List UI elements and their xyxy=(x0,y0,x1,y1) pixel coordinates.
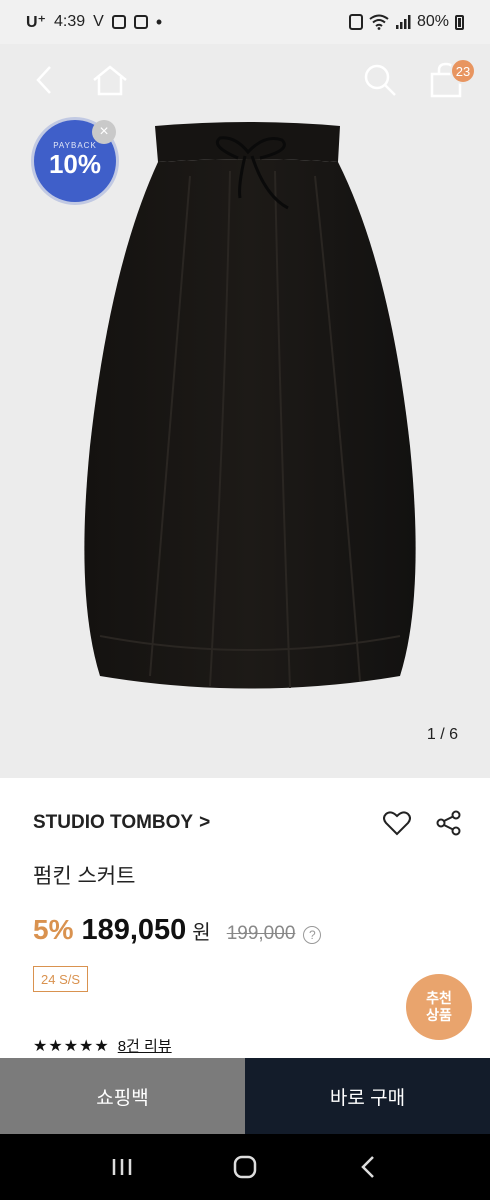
recommend-line1: 추천 xyxy=(426,990,452,1006)
gallery-notification-icon xyxy=(111,15,126,29)
share-icon xyxy=(436,810,461,836)
payback-percent: 10% xyxy=(48,148,102,179)
price-help-icon[interactable]: ? xyxy=(303,926,322,944)
system-back-button[interactable] xyxy=(338,1147,398,1187)
share-button[interactable] xyxy=(434,808,464,838)
product-image xyxy=(84,122,416,689)
rating-row: ★★★★★ 8건 리뷰 xyxy=(33,1035,172,1056)
product-info: STUDIO TOMBOY > 펌킨 스커트 5% 189,050 원 199,… xyxy=(0,778,490,1058)
status-left: U⁺ 4:39 V • xyxy=(26,12,162,33)
chevron-right-icon: > xyxy=(199,812,211,833)
app-notification-icon xyxy=(133,15,148,29)
status-right: 80% xyxy=(348,13,464,31)
status-time: 4:39 xyxy=(54,13,86,30)
payback-label: PAYBACK xyxy=(53,140,97,150)
carrier-label: U⁺ xyxy=(26,14,46,31)
star-rating: ★★★★★ xyxy=(33,1037,110,1055)
price-row: 5% 189,050 원 199,000 ? xyxy=(33,914,322,947)
product-actions xyxy=(382,808,464,838)
status-bar: U⁺ 4:39 V • 80% xyxy=(0,0,490,44)
system-navigation-bar xyxy=(0,1134,490,1200)
gallery-page-indicator: 1 / 6 xyxy=(426,726,458,743)
brand-link[interactable]: STUDIO TOMBOY > xyxy=(33,812,210,834)
status-extra: V xyxy=(93,13,104,30)
top-nav: 23 xyxy=(0,44,490,118)
product-name: 펌킨 스커트 xyxy=(33,865,136,888)
original-price: 199,000 xyxy=(226,923,296,944)
recents-icon xyxy=(112,1159,131,1175)
product-image-gallery[interactable]: 23 PAYBACK 10% × 1 / 6 xyxy=(0,44,490,778)
search-icon xyxy=(364,64,396,96)
battery-icon xyxy=(455,14,464,30)
wishlist-button[interactable] xyxy=(382,808,412,838)
wifi-icon xyxy=(369,14,389,30)
bottom-action-bar: 쇼핑백 바로 구매 xyxy=(0,1058,490,1134)
notification-app-icon xyxy=(348,14,363,30)
home-system-button[interactable] xyxy=(215,1147,275,1187)
back-button[interactable] xyxy=(22,58,66,102)
heart-icon xyxy=(383,811,411,836)
recommended-products-button[interactable]: 추천 상품 xyxy=(406,974,472,1040)
home-icon xyxy=(93,65,127,96)
sale-price: 189,050 xyxy=(81,914,187,946)
buy-now-button[interactable]: 바로 구매 xyxy=(245,1058,490,1134)
back-arrow-icon xyxy=(361,1156,375,1178)
payback-close-button[interactable]: × xyxy=(92,120,116,144)
review-link[interactable]: 8건 리뷰 xyxy=(118,1035,172,1056)
search-button[interactable] xyxy=(358,58,402,102)
status-dot: • xyxy=(155,11,163,32)
recents-button[interactable] xyxy=(92,1147,152,1187)
currency-label: 원 xyxy=(192,922,211,944)
home-circle-icon xyxy=(233,1155,257,1179)
battery-percent: 80% xyxy=(416,13,449,30)
discount-rate: 5% xyxy=(33,914,74,945)
recommend-line2: 상품 xyxy=(426,1007,452,1023)
shopping-bag-button[interactable]: 23 xyxy=(424,58,476,102)
brand-name: STUDIO TOMBOY xyxy=(33,812,194,833)
home-button[interactable] xyxy=(88,58,132,102)
chevron-left-icon xyxy=(36,66,51,94)
cart-count-badge: 23 xyxy=(450,58,476,84)
season-tag: 24 S/S xyxy=(33,966,89,992)
add-to-bag-button[interactable]: 쇼핑백 xyxy=(0,1058,245,1134)
signal-icon xyxy=(395,15,411,29)
